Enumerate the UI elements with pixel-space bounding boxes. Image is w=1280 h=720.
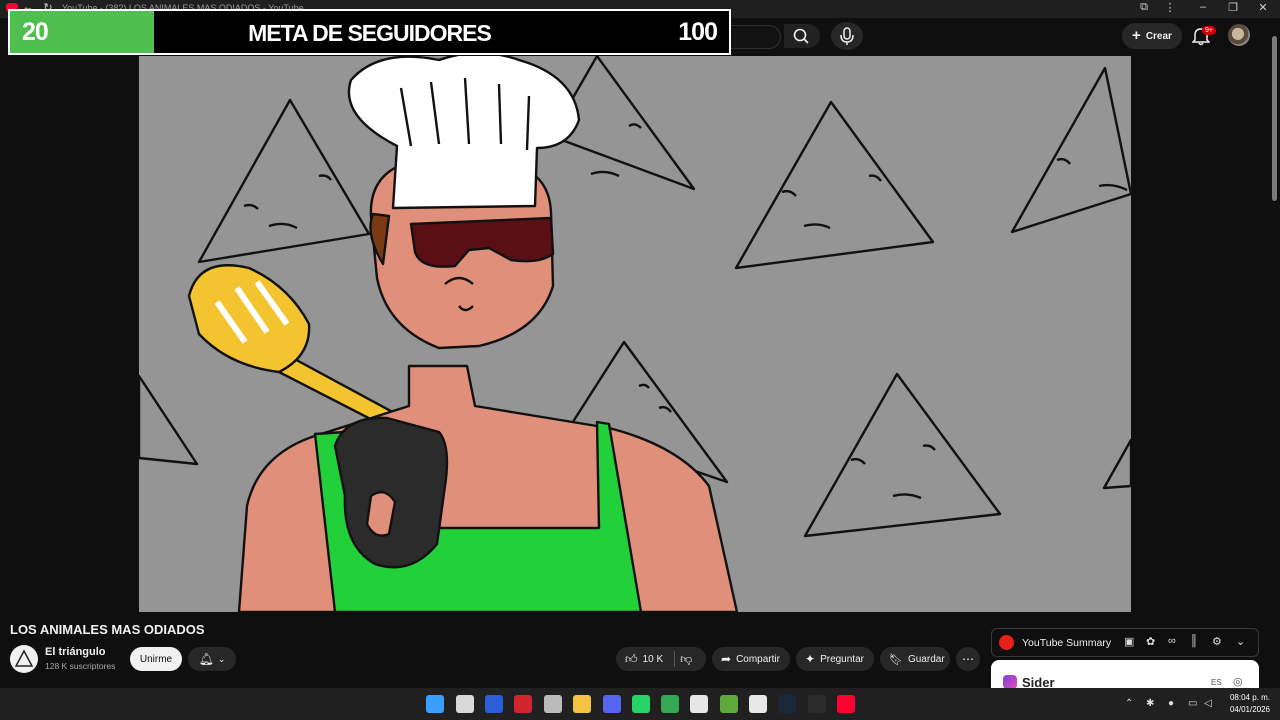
youtube-summary-extension: YouTube Summary ▣ ✿ ∞ ║ ⚙ ⌄ [991,628,1259,657]
chevron-down-icon[interactable]: ⌄ [1236,635,1245,648]
taskbar-file-explorer-icon[interactable] [456,695,474,713]
search-input[interactable] [730,25,781,49]
channel-avatar[interactable] [10,645,38,673]
taskbar-windows-start-icon[interactable] [426,695,444,713]
taskbar-folder-icon[interactable] [573,695,591,713]
search-icon [793,28,809,44]
triangle-character [197,98,371,264]
create-button[interactable]: + Crear [1122,23,1182,49]
extension-name: YouTube Summary [1022,637,1112,649]
sparkle-icon: ✦ [805,652,816,666]
share-button[interactable]: ➦ Compartir [712,647,790,671]
bookmark-icon: 🔖︎ [889,653,903,666]
taskbar-steam-icon[interactable] [778,695,796,713]
follower-goal-overlay: 20 META DE SEGUIDORES 100 [8,9,731,55]
account-avatar[interactable] [1228,24,1250,46]
save-button[interactable]: 🔖︎ Guardar [880,647,950,671]
clock-date[interactable]: 04/01/2026 [1222,705,1270,714]
subscription-bell-button[interactable]: 🔔︎ ⌄ [188,647,236,671]
ask-label: Preguntar [820,653,864,665]
taskbar-whatsapp-icon[interactable] [632,695,650,713]
ask-button[interactable]: ✦ Preguntar [796,647,874,671]
join-button[interactable]: Unirme [130,647,182,671]
triangle-character [1010,66,1131,234]
language-selector[interactable]: ES [1211,678,1222,687]
plus-icon: + [1132,27,1141,44]
settings-gear-icon[interactable]: ⚙ [1212,635,1222,648]
goal-target: 100 [678,18,718,46]
triangle-character [1102,438,1131,490]
chevron-up-icon[interactable]: ⌃ [1125,698,1133,709]
restore-icon[interactable]: ❐ [1225,1,1241,14]
bell-icon: 🔔︎ [198,652,214,666]
extensions-icon[interactable]: ⧉ [1136,1,1152,14]
taskbar-autocad-icon[interactable] [514,695,532,713]
bluetooth-icon[interactable]: ✱ [1146,698,1154,709]
taskbar-mail-icon[interactable] [485,695,503,713]
dislike-button[interactable]: 👎︎ [680,652,692,667]
clock-time[interactable]: 08:04 p. m. [1222,693,1270,702]
search-button[interactable] [784,24,820,48]
channel-name[interactable]: El triángulo [45,646,106,658]
close-icon[interactable]: ✕ [1255,1,1271,14]
microphone-icon [840,27,854,45]
taskbar-epic-games-icon[interactable] [808,695,826,713]
share-label: Compartir [736,653,780,665]
video-title: LOS ANIMALES MAS ODIADOS [10,622,205,637]
notifications-badge: 9+ [1202,26,1216,35]
glasses-icon[interactable]: ∞ [1168,635,1176,647]
youtube-summary-logo-icon [999,635,1014,650]
triangle-character [803,372,1002,538]
more-horizontal-icon: ⋯ [962,652,974,666]
like-button[interactable]: 👍︎ 10 K [625,652,663,667]
divider [674,651,676,667]
target-icon[interactable]: ◎ [1233,675,1243,688]
microphone-icon[interactable]: ● [1168,698,1174,709]
video-player[interactable] [139,56,1131,612]
share-icon: ➦ [721,652,732,666]
save-label: Guardar [907,653,945,665]
page-scrollbar[interactable] [1272,36,1277,201]
subscriber-count: 128 K suscriptores [45,661,116,671]
like-dislike-group: 👍︎ 10 K 👎︎ [616,647,706,671]
goal-title: META DE SEGUIDORES [248,20,492,46]
taskbar-youtube-icon[interactable] [837,695,855,713]
chevron-down-icon: ⌄ [217,653,226,664]
taskbar-store-icon[interactable] [749,695,767,713]
video-frame-illustration [139,56,1131,612]
triangle-logo-icon [14,649,34,667]
display-icon[interactable]: ▭ [1188,698,1197,709]
taskbar-minecraft-icon[interactable] [720,695,738,713]
more-actions-button[interactable]: ⋯ [956,647,980,671]
like-count: 10 K [642,653,664,665]
taskbar-chrome-2-icon[interactable] [661,695,679,713]
triangle-character [734,100,935,270]
minimize-icon[interactable]: – [1195,1,1211,13]
openai-icon[interactable]: ✿ [1146,635,1155,648]
robot-icon[interactable]: ▣ [1124,635,1134,648]
taskbar-epic-x-icon[interactable] [690,695,708,713]
thumbs-up-icon: 👍︎ [625,651,638,666]
audio-wave-icon[interactable]: ║ [1190,635,1198,647]
thumbs-down-icon: 👎︎ [680,651,693,666]
volume-icon[interactable]: ◁ [1204,698,1212,709]
taskbar-discord-icon[interactable] [603,695,621,713]
create-label: Crear [1145,30,1172,42]
sider-logo-icon [1003,675,1017,689]
taskbar-chrome-icon[interactable] [544,695,562,713]
voice-search-button[interactable] [831,22,863,50]
browser-menu-icon[interactable]: ⋮ [1162,1,1178,14]
triangle-character [139,374,199,466]
